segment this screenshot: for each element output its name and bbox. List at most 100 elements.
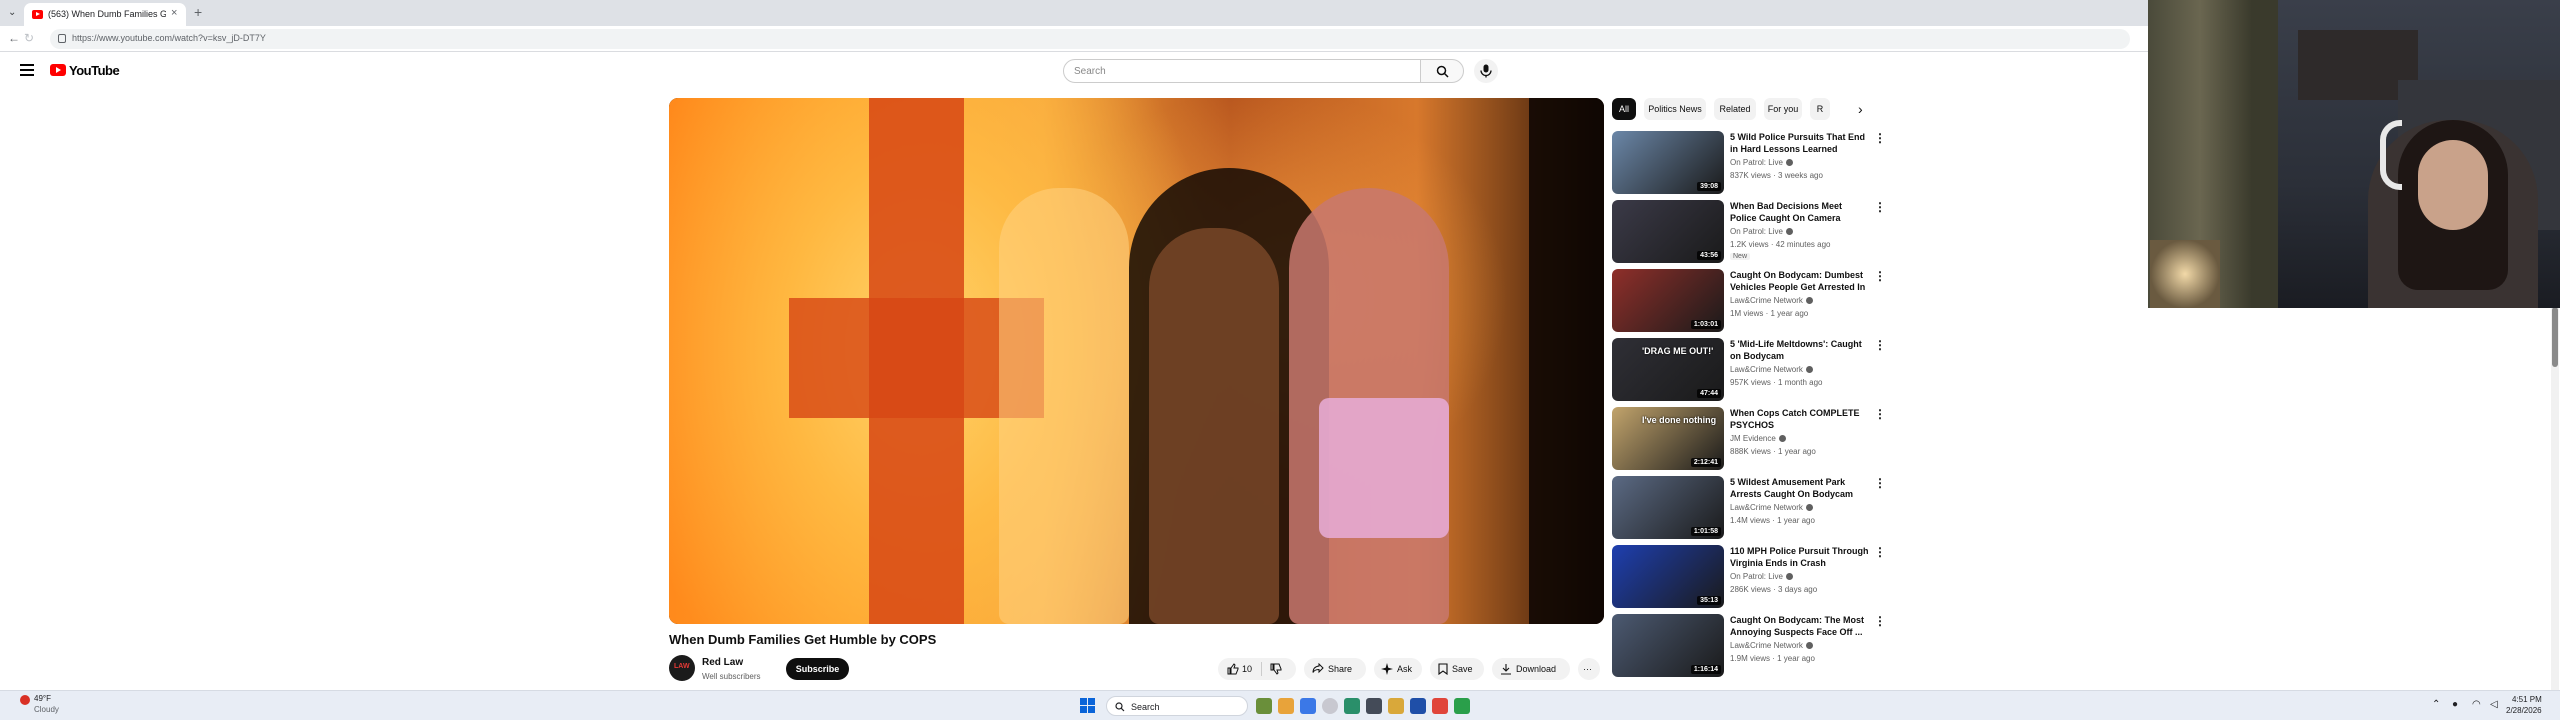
recommended-video-title[interactable]: Caught On Bodycam: Dumbest Vehicles Peop… — [1730, 269, 1870, 293]
recommended-video[interactable]: I've done nothing 2:12:41 When Cops Catch … — [1612, 407, 1886, 473]
taskbar-app-icon[interactable] — [1388, 698, 1404, 714]
download-button[interactable]: Download — [1492, 658, 1570, 680]
filter-chips: All Politics News Related For you R — [1612, 98, 1872, 120]
kebab-menu-icon[interactable]: ⋮ — [1874, 269, 1886, 283]
recommended-video[interactable]: 43:56 When Bad Decisions Meet Police Caug… — [1612, 200, 1886, 266]
clock-time[interactable]: 4:51 PM — [2512, 695, 2542, 704]
recommended-video-title[interactable]: 5 Wild Police Pursuits That End in Hard … — [1730, 131, 1870, 155]
screen: ⌄ (563) When Dumb Families Get H... × + … — [0, 0, 2560, 720]
thumbs-up-icon[interactable] — [1227, 663, 1239, 675]
volume-icon[interactable]: ◁ — [2490, 699, 2498, 710]
taskbar-search[interactable]: Search — [1106, 696, 1248, 716]
recommended-video[interactable]: 1:03:01 Caught On Bodycam: Dumbest Vehicl… — [1612, 269, 1886, 335]
share-button[interactable]: Share — [1304, 658, 1366, 680]
video-thumbnail[interactable]: 39:08 — [1612, 131, 1724, 194]
recommended-video[interactable]: 35:13 110 MPH Police Pursuit Through Virg… — [1612, 545, 1886, 611]
recommended-video-channel[interactable]: Law&Crime Network — [1730, 296, 1813, 305]
recommended-video-channel[interactable]: Law&Crime Network — [1730, 503, 1813, 512]
filter-chip[interactable]: R — [1810, 98, 1830, 120]
kebab-menu-icon[interactable]: ⋮ — [1874, 476, 1886, 490]
recommended-video[interactable]: 'DRAG ME OUT!' 47:44 5 'Mid-Life Meltdowns… — [1612, 338, 1886, 404]
kebab-menu-icon[interactable]: ⋮ — [1874, 338, 1886, 352]
taskbar-app-icon[interactable] — [1344, 698, 1360, 714]
video-thumbnail[interactable]: 43:56 — [1612, 200, 1724, 263]
video-thumbnail[interactable]: 1:01:58 — [1612, 476, 1724, 539]
kebab-menu-icon[interactable]: ⋮ — [1874, 131, 1886, 145]
clock-date[interactable]: 2/28/2026 — [2506, 706, 2542, 715]
search-input[interactable]: Search — [1063, 59, 1421, 83]
search-button[interactable] — [1420, 59, 1464, 83]
chevron-up-icon[interactable]: ⌃ — [2432, 699, 2440, 710]
video-thumbnail[interactable]: 1:16:14 — [1612, 614, 1724, 677]
kebab-menu-icon[interactable]: ⋮ — [1874, 614, 1886, 628]
video-thumbnail[interactable]: I've done nothing 2:12:41 — [1612, 407, 1724, 470]
recommended-video-channel[interactable]: On Patrol: Live — [1730, 227, 1793, 236]
youtube-logo-icon[interactable] — [50, 64, 66, 76]
video-thumbnail[interactable]: 1:03:01 — [1612, 269, 1724, 332]
ask-button[interactable]: Ask — [1374, 658, 1422, 680]
filter-chip[interactable]: Related — [1714, 98, 1756, 120]
weather-temperature[interactable]: 49°F — [34, 694, 51, 703]
wifi-icon[interactable]: ◠ — [2472, 699, 2481, 710]
recommended-video[interactable]: 1:16:14 Caught On Bodycam: The Most Annoy… — [1612, 614, 1886, 680]
filter-chip[interactable]: All — [1612, 98, 1636, 120]
kebab-menu-icon[interactable]: ⋮ — [1874, 200, 1886, 214]
taskbar-app-icon[interactable] — [1366, 698, 1382, 714]
kebab-menu-icon[interactable]: ⋮ — [1874, 407, 1886, 421]
video-thumbnail[interactable]: 'DRAG ME OUT!' 47:44 — [1612, 338, 1724, 401]
taskbar-app-icon[interactable] — [1322, 698, 1338, 714]
voice-search-button[interactable] — [1474, 59, 1498, 83]
url-field[interactable]: https://www.youtube.com/watch?v=ksv_jD-D… — [50, 29, 2130, 49]
recommended-video[interactable]: 39:08 5 Wild Police Pursuits That End in … — [1612, 131, 1886, 197]
recommended-video-channel[interactable]: Law&Crime Network — [1730, 641, 1813, 650]
taskbar-app-icon[interactable] — [1410, 698, 1426, 714]
page-scrollbar-thumb[interactable] — [2552, 307, 2558, 367]
recommended-video-title[interactable]: Caught On Bodycam: The Most Annoying Sus… — [1730, 614, 1870, 638]
new-tab-button[interactable]: + — [194, 4, 202, 20]
browser-tab[interactable]: (563) When Dumb Families Get H... × — [24, 3, 186, 26]
filter-chip[interactable]: Politics News — [1644, 98, 1706, 120]
recommended-video-title[interactable]: 5 Wildest Amusement Park Arrests Caught … — [1730, 476, 1870, 500]
close-tab-icon[interactable]: × — [171, 7, 177, 19]
save-button[interactable]: Save — [1430, 658, 1484, 680]
recommended-video-channel[interactable]: JM Evidence — [1730, 434, 1786, 443]
recommended-video-channel[interactable]: On Patrol: Live — [1730, 158, 1793, 167]
address-bar-row: ← ↻ https://www.youtube.com/watch?v=ksv_… — [0, 26, 2148, 52]
tab-search-icon[interactable]: ⌄ — [8, 7, 16, 18]
hamburger-menu-icon[interactable] — [20, 64, 34, 76]
youtube-wordmark[interactable]: YouTube — [69, 63, 120, 78]
reload-icon[interactable]: ↻ — [24, 31, 34, 45]
recommended-video-title[interactable]: When Cops Catch COMPLETE PSYCHOS — [1730, 407, 1870, 431]
channel-name[interactable]: Red Law — [702, 657, 743, 668]
recommended-video-channel[interactable]: On Patrol: Live — [1730, 572, 1793, 581]
weather-icon[interactable] — [20, 695, 30, 705]
taskbar-app-icon[interactable] — [1454, 698, 1470, 714]
back-arrow-icon[interactable]: ← — [8, 31, 20, 45]
taskbar-app-icon[interactable] — [1432, 698, 1448, 714]
recommended-video-title[interactable]: 5 'Mid-Life Meltdowns': Caught on Bodyca… — [1730, 338, 1870, 362]
like-count[interactable]: 10 — [1242, 664, 1252, 674]
channel-name-text: On Patrol: Live — [1730, 572, 1783, 581]
microphone-tray-icon[interactable]: ● — [2452, 699, 2458, 710]
video-player[interactable] — [669, 98, 1604, 624]
filter-chip[interactable]: For you — [1764, 98, 1802, 120]
chevron-right-icon[interactable]: › — [1858, 101, 1863, 117]
channel-avatar[interactable]: LAW — [669, 655, 695, 681]
weather-condition[interactable]: Cloudy — [34, 705, 59, 714]
recommended-video-channel[interactable]: Law&Crime Network — [1730, 365, 1813, 374]
url-text: https://www.youtube.com/watch?v=ksv_jD-D… — [72, 33, 266, 43]
thumbs-down-icon[interactable] — [1270, 663, 1282, 675]
subscribe-button[interactable]: Subscribe — [786, 658, 849, 680]
taskbar-app-icon[interactable] — [1278, 698, 1294, 714]
start-button-icon[interactable] — [1080, 698, 1096, 714]
microphone-icon — [1480, 64, 1492, 78]
taskbar-app-icon[interactable] — [1300, 698, 1316, 714]
more-actions-button[interactable]: ··· — [1578, 658, 1600, 680]
taskbar-app-icon[interactable] — [1256, 698, 1272, 714]
video-thumbnail[interactable]: 35:13 — [1612, 545, 1724, 608]
verified-check-icon — [1785, 573, 1793, 580]
recommended-video-title[interactable]: 110 MPH Police Pursuit Through Virginia … — [1730, 545, 1870, 569]
recommended-video[interactable]: 1:01:58 5 Wildest Amusement Park Arrests … — [1612, 476, 1886, 542]
kebab-menu-icon[interactable]: ⋮ — [1874, 545, 1886, 559]
recommended-video-title[interactable]: When Bad Decisions Meet Police Caught On… — [1730, 200, 1870, 224]
